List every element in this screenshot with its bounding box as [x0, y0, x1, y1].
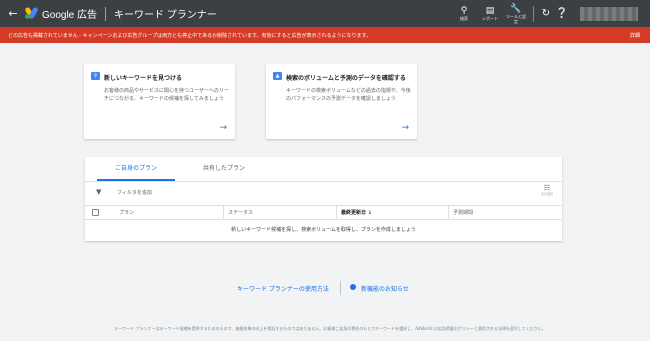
sort-down-icon: ↓	[367, 210, 372, 216]
tab-my-plans[interactable]: ご自身のプラン	[97, 157, 175, 181]
toolbar: ⚲ 検索 ▤ レポート 🔧 ツールと設定 ↻ ❔	[451, 0, 650, 27]
chart-icon: ▲	[273, 72, 282, 80]
search-button[interactable]: ⚲ 検索	[453, 6, 475, 21]
arrow-right-icon[interactable]: →	[401, 123, 409, 133]
tab-shared-plans[interactable]: 共有したプラン	[185, 157, 263, 181]
column-last-updated[interactable]: 最終更新日 ↓	[336, 206, 448, 220]
forecast-description: キーワードの検索ボリュームなどの過去の指標や、今後のパフォーマンスの予測データを…	[286, 88, 411, 102]
account-info[interactable]	[580, 6, 638, 21]
alert-message: どの広告も掲載されていません - キャンペーンおよび広告グループは両方とも停止中…	[8, 32, 371, 39]
help-icon[interactable]: ❔	[554, 8, 570, 19]
filter-add-button[interactable]: フィルタを追加	[117, 189, 152, 196]
search-icon: ⚲	[460, 6, 468, 16]
how-to-link[interactable]: キーワード プランナーの使用方法	[237, 284, 329, 293]
columns-button[interactable]: ☷ 表示項目	[541, 184, 553, 196]
refresh-icon[interactable]: ↻	[538, 8, 554, 19]
filter-icon[interactable]: ▼	[96, 188, 101, 196]
discover-keywords-title: 新しいキーワードを見つける	[104, 75, 183, 82]
top-bar: ← Google 広告 キーワード プランナー ⚲ 検索 ▤ レポート 🔧 ツー…	[0, 0, 650, 27]
plans-panel: ご自身のプラン 共有したプラン ▼ フィルタを追加 ☷ 表示項目 プラン ステー…	[85, 157, 562, 241]
forecast-title: 検索のボリュームと予測のデータを確認する	[286, 75, 406, 82]
tab-divider	[85, 181, 562, 182]
column-last-updated-label: 最終更新日	[341, 210, 367, 216]
tools-settings-button[interactable]: 🔧 ツールと設定	[505, 4, 527, 24]
report-button[interactable]: ▤ レポート	[479, 6, 501, 21]
wrench-icon: 🔧	[510, 3, 522, 14]
arrow-left-icon[interactable]: ←	[2, 7, 24, 20]
google-ads-logo	[24, 6, 39, 20]
news-link[interactable]: 新機能のお知らせ	[361, 284, 409, 293]
columns-label: 表示項目	[540, 192, 553, 196]
header-divider	[105, 6, 107, 21]
link-divider	[340, 281, 341, 295]
toolbar-divider	[533, 5, 534, 22]
discover-keywords-description: お客様の商品やサービスに関心を持つユーザーへのリーチにつながる、キーワードの候補…	[104, 88, 229, 102]
report-button-label: レポート	[482, 16, 498, 21]
forecast-card[interactable]: ▲ 検索のボリュームと予測のデータを確認する キーワードの検索ボリュームなどの過…	[266, 64, 417, 139]
discover-keywords-card[interactable]: ⚲ 新しいキーワードを見つける お客様の商品やサービスに関心を持つユーザーへのリ…	[84, 64, 235, 139]
table-header: プラン ステータス 最終更新日 ↓ 予測期間	[85, 205, 562, 220]
alert-banner: どの広告も掲載されていません - キャンペーンおよび広告グループは両方とも停止中…	[0, 27, 650, 43]
tools-settings-label: ツールと設定	[506, 13, 526, 24]
brand-name: Google 広告	[42, 10, 98, 21]
column-plan[interactable]: プラン	[115, 206, 223, 220]
page-title: キーワード プランナー	[114, 10, 217, 21]
column-forecast-period[interactable]: 予測期間	[448, 206, 562, 220]
alert-details-link[interactable]: 詳細	[630, 32, 640, 39]
report-icon: ▤	[485, 6, 495, 16]
info-icon	[350, 284, 356, 290]
search-keyword-icon: ⚲	[91, 72, 100, 80]
columns-icon: ☷	[543, 184, 551, 192]
footer-disclaimer: キーワード プランナーはキーワード候補を提供するためのもので、価格効果の向上を保…	[114, 326, 546, 331]
column-status[interactable]: ステータス	[223, 206, 336, 220]
select-all-checkbox[interactable]	[92, 209, 99, 216]
empty-state-message: 新しいキーワード候補を探し、検索ボリュームを取得し、プランを作成しましょう	[231, 227, 416, 233]
arrow-right-icon[interactable]: →	[219, 123, 227, 133]
search-button-label: 検索	[460, 16, 468, 21]
